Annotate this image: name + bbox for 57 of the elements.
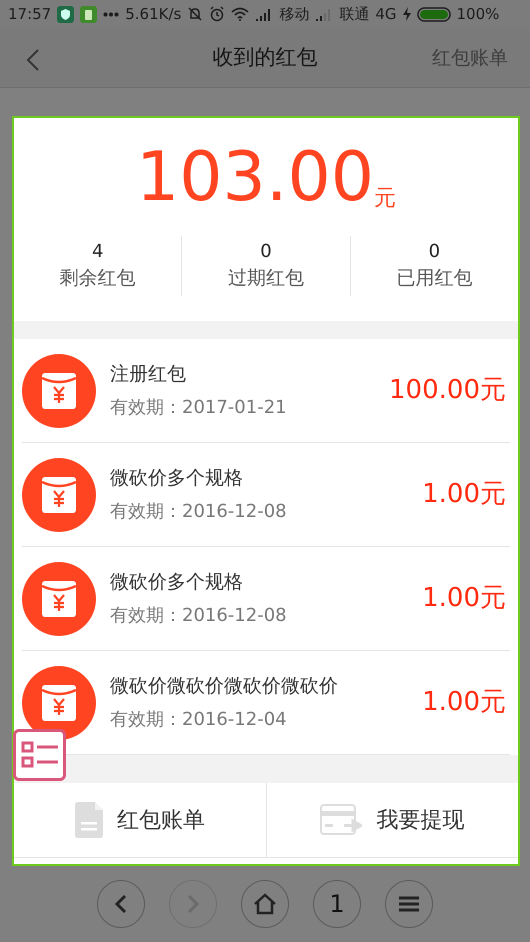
stat-value: 4 <box>92 240 104 264</box>
carrier-name: 联通 <box>339 4 370 25</box>
status-time: 17:57 <box>8 4 52 25</box>
carrier-name: 移动 <box>279 4 310 25</box>
stat-label: 剩余红包 <box>60 266 136 291</box>
packet-amount: 1.00元 <box>422 582 506 615</box>
stat-label: 过期红包 <box>228 266 304 291</box>
validity-date: 有效期：2016-12-08 <box>110 500 288 524</box>
total-amount: 103.00 <box>136 140 374 216</box>
envelope-icon <box>22 562 96 636</box>
validity-date: 有效期：2016-12-04 <box>110 708 288 732</box>
shield-icon <box>57 6 74 22</box>
validity-date: 有效期：2017-01-21 <box>110 396 288 420</box>
home-nav-button[interactable] <box>241 880 289 928</box>
stat-value: 0 <box>260 240 272 264</box>
network-speed: 5.61K/s <box>125 4 182 25</box>
packet-title: 微砍价微砍价微砍价微砍价 <box>110 674 339 699</box>
home-icon <box>253 893 277 915</box>
battery-icon <box>416 6 451 22</box>
validity-date: 有效期：2016-12-08 <box>110 604 288 628</box>
list-icon <box>20 740 60 770</box>
packet-amount: 100.00元 <box>389 374 506 407</box>
back-button[interactable] <box>26 48 40 72</box>
card-transfer-icon <box>320 804 362 836</box>
menu-icon <box>398 896 420 912</box>
network-type: 4G <box>375 4 397 25</box>
wifi-icon <box>231 7 250 21</box>
list-float-button[interactable] <box>13 729 66 781</box>
back-icon <box>26 48 40 72</box>
envelope-icon <box>22 354 96 428</box>
envelope-icon <box>22 666 96 740</box>
packet-title: 微砍价多个规格 <box>110 466 244 491</box>
packet-row[interactable]: 微砍价多个规格 有效期：2016-12-08 1.00元 <box>22 443 510 547</box>
page-title: 收到的红包 <box>212 44 318 71</box>
packet-title: 微砍价多个规格 <box>110 570 244 595</box>
withdraw-button[interactable]: 我要提现 <box>266 783 518 857</box>
amount-unit: 元 <box>374 185 396 213</box>
packet-row[interactable]: 微砍价多个规格 有效期：2016-12-08 1.00元 <box>22 547 510 651</box>
back-nav-button[interactable] <box>97 880 145 928</box>
more-dots-icon <box>103 12 120 16</box>
packet-amount: 1.00元 <box>422 478 506 511</box>
document-icon <box>74 802 103 838</box>
packet-amount: 1.00元 <box>422 686 506 719</box>
envelope-icon <box>22 458 96 532</box>
packet-title: 注册红包 <box>110 362 187 387</box>
battery-percent: 100% <box>456 4 500 25</box>
stat-value: 0 <box>428 240 440 264</box>
muted-bell-icon <box>187 6 204 22</box>
back-icon <box>115 894 127 914</box>
charging-icon <box>402 7 411 21</box>
packet-row[interactable]: 注册红包 有效期：2017-01-21 100.00元 <box>22 339 510 443</box>
bill-button[interactable]: 红包账单 <box>14 783 266 857</box>
menu-nav-button[interactable] <box>385 880 433 928</box>
stat-label: 已用红包 <box>396 266 472 291</box>
alarm-icon <box>209 6 226 22</box>
battery-app-icon <box>80 6 98 22</box>
tabs-nav-button[interactable]: 1 <box>313 880 361 928</box>
